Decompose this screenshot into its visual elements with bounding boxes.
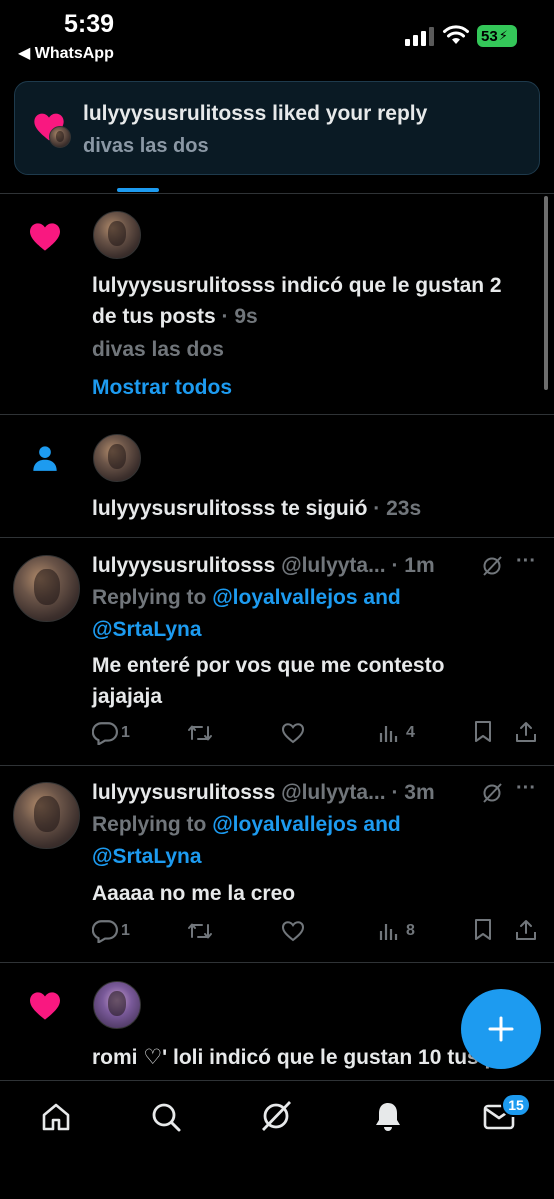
divider — [0, 193, 554, 194]
more-icon[interactable]: ··· — [516, 777, 536, 800]
avatar[interactable] — [93, 434, 141, 482]
like-icon[interactable] — [281, 920, 305, 942]
repost-icon[interactable] — [187, 919, 213, 943]
signal-icon — [405, 27, 434, 46]
home-icon[interactable] — [40, 1101, 72, 1133]
notification-text-2: de tus posts · 9s — [92, 301, 258, 332]
notification-text: romi ♡' loli indicó que le gustan 10 tus… — [92, 1046, 522, 1069]
toast-title: lulyyysusrulitosss liked your reply — [83, 102, 428, 125]
grok-icon[interactable] — [259, 1099, 293, 1133]
share-icon[interactable] — [515, 720, 537, 744]
messages-badge: 15 — [501, 1093, 531, 1117]
more-icon[interactable]: ··· — [516, 550, 536, 573]
toast-subtitle: divas las dos — [83, 135, 209, 157]
reply-icon[interactable] — [92, 721, 118, 745]
replying-label: Replying to — [92, 586, 207, 609]
scrollbar[interactable] — [544, 196, 548, 390]
notification-preview: divas las dos — [92, 338, 224, 361]
heart-icon — [30, 992, 60, 1020]
bell-icon[interactable] — [373, 1100, 403, 1132]
post-handle: @lulyyta... — [281, 554, 386, 577]
repost-icon[interactable] — [187, 721, 213, 745]
divider — [0, 414, 554, 415]
post-time: · 1m — [385, 554, 435, 577]
toast-avatar — [49, 126, 71, 148]
notification-text: lulyyysusrulitosss te siguió · 23s — [92, 493, 421, 524]
status-bar: 5:39 ◀ WhatsApp 53 ⚡ — [0, 0, 554, 68]
post-header: lulyyysusrulitosss @lulyyta... · 1m — [92, 550, 435, 581]
avatar[interactable] — [93, 981, 141, 1029]
show-all-link[interactable]: Mostrar todos — [92, 372, 232, 403]
post-avatar[interactable] — [13, 782, 80, 849]
mention-link[interactable]: @loyalvallejos and — [212, 586, 401, 609]
divider — [0, 765, 554, 766]
post-avatar[interactable] — [13, 555, 80, 622]
notification-text: lulyyysusrulitosss indicó que le gustan … — [92, 274, 502, 297]
back-to-whatsapp[interactable]: ◀ WhatsApp — [18, 43, 114, 63]
post-handle: @lulyyta... — [281, 781, 386, 804]
mention-link[interactable]: @loyalvallejos and — [212, 813, 401, 836]
mention-link[interactable]: @SrtaLyna — [92, 614, 202, 645]
bottom-tab-bar — [0, 1080, 554, 1199]
replying-label: Replying to — [92, 813, 207, 836]
bookmark-icon[interactable] — [473, 720, 493, 744]
notification-time: · 23s — [367, 497, 422, 520]
post-header: lulyyysusrulitosss @lulyyta... · 3m — [92, 777, 435, 808]
tab-indicator — [117, 188, 159, 192]
grok-icon[interactable] — [481, 782, 503, 804]
search-icon[interactable] — [150, 1101, 182, 1133]
notification-time: · 9s — [215, 305, 258, 328]
post-body-cont: jajajaja — [92, 685, 163, 708]
battery-level: 53 — [481, 27, 498, 45]
heart-icon — [30, 223, 60, 251]
compose-button[interactable] — [461, 989, 541, 1069]
status-time: 5:39 — [64, 10, 115, 38]
wifi-icon — [443, 25, 469, 44]
grok-icon[interactable] — [481, 555, 503, 577]
replying-to: Replying to @loyalvallejos and — [92, 809, 401, 840]
post-body: Me enteré por vos que me contesto — [92, 654, 445, 677]
share-icon[interactable] — [515, 918, 537, 942]
bookmark-icon[interactable] — [473, 918, 493, 942]
views-icon[interactable] — [378, 920, 400, 942]
replying-to: Replying to @loyalvallejos and — [92, 582, 401, 613]
battery-indicator: 53 ⚡ — [477, 25, 517, 47]
person-icon — [33, 446, 57, 471]
views-count: 8 — [406, 922, 415, 939]
views-count: 4 — [406, 724, 415, 741]
mention-link[interactable]: @SrtaLyna — [92, 841, 202, 872]
views-icon[interactable] — [378, 722, 400, 744]
reply-count: 1 — [121, 724, 130, 741]
reply-count: 1 — [121, 922, 130, 939]
charging-icon: ⚡ — [498, 28, 508, 43]
post-author-name[interactable]: lulyyysusrulitosss — [92, 781, 275, 804]
like-toast[interactable]: lulyyysusrulitosss liked your reply diva… — [14, 81, 540, 175]
divider — [0, 537, 554, 538]
plus-icon — [488, 1016, 514, 1042]
follow-text: lulyyysusrulitosss te siguió — [92, 497, 368, 520]
post-time: · 3m — [385, 781, 435, 804]
divider — [0, 962, 554, 963]
reply-icon[interactable] — [92, 919, 118, 943]
post-body: Aaaaa no me la creo — [92, 882, 296, 905]
avatar[interactable] — [93, 211, 141, 259]
like-icon[interactable] — [281, 722, 305, 744]
post-author-name[interactable]: lulyyysusrulitosss — [92, 554, 275, 577]
notification-text-cont: de tus posts — [92, 305, 216, 328]
